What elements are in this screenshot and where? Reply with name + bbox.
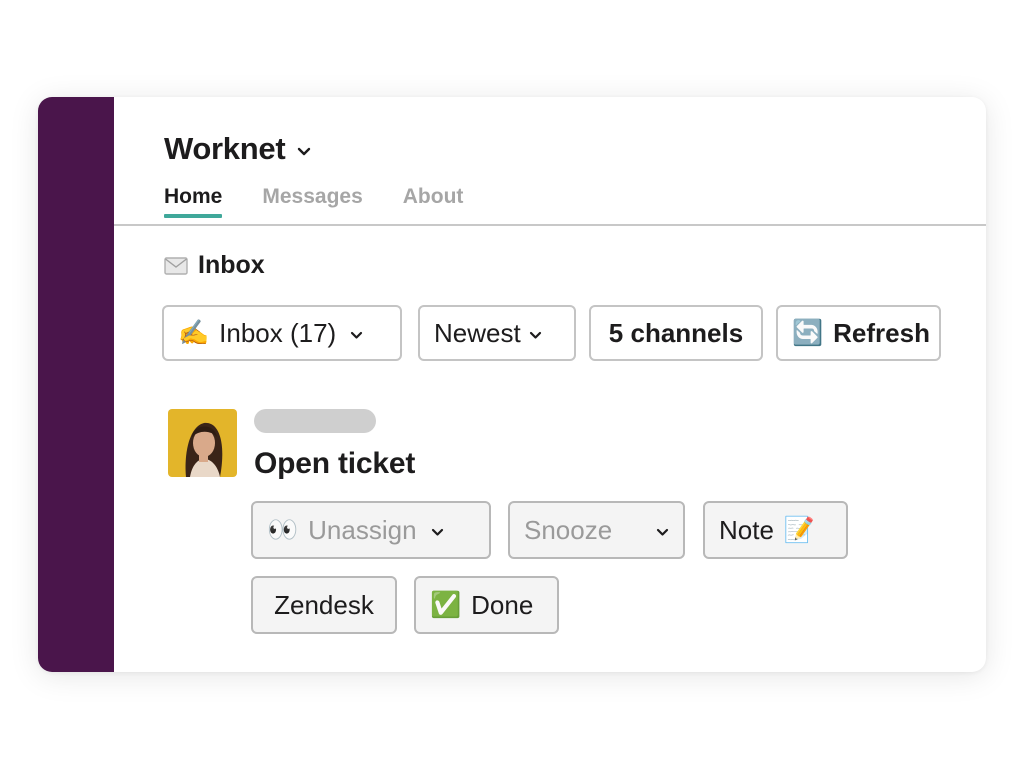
- avatar[interactable]: [168, 409, 237, 477]
- chevron-down-icon: [529, 331, 541, 339]
- user-photo: [168, 409, 237, 477]
- workspace-name: Worknet: [164, 131, 286, 166]
- section-header: Inbox: [164, 251, 265, 280]
- eyes-icon: 👀: [267, 515, 299, 544]
- refresh-label: Refresh: [833, 317, 930, 348]
- check-mark-icon: ✅: [430, 590, 462, 619]
- channels-label: 5 channels: [608, 317, 744, 348]
- snooze-label: Snooze: [524, 514, 613, 545]
- chevron-down-icon: [351, 331, 363, 339]
- refresh-button[interactable]: 🔄 Refresh: [776, 305, 941, 361]
- chevron-down-icon: [431, 528, 443, 536]
- unassign-select[interactable]: 👀 Unassign: [251, 501, 491, 559]
- tab-about[interactable]: About: [403, 185, 464, 218]
- snooze-select[interactable]: Snooze: [508, 501, 685, 559]
- note-button[interactable]: Note 📝: [703, 501, 848, 559]
- tab-messages[interactable]: Messages: [262, 185, 362, 218]
- inbox-filter-label: Inbox (17): [219, 317, 337, 348]
- app-card: Worknet Home Messages About Inbox ✍️ Inb…: [38, 97, 986, 672]
- chevron-down-icon: [656, 528, 669, 536]
- tab-bar: Home Messages About: [164, 185, 463, 218]
- zendesk-button[interactable]: Zendesk: [251, 576, 397, 634]
- note-label: Note: [719, 514, 774, 545]
- section-title: Inbox: [198, 251, 265, 279]
- done-label: Done: [471, 589, 534, 620]
- workspace-sidebar-rail: [38, 97, 114, 672]
- unassign-label: Unassign: [308, 514, 417, 545]
- chevron-down-icon[interactable]: [297, 147, 311, 157]
- inbox-filter-select[interactable]: ✍️ Inbox (17): [162, 305, 402, 361]
- tab-home[interactable]: Home: [164, 185, 223, 218]
- channels-button[interactable]: 5 channels: [589, 305, 763, 361]
- zendesk-label: Zendesk: [274, 589, 374, 620]
- workspace-header[interactable]: Worknet: [164, 131, 311, 167]
- name-placeholder: [254, 409, 376, 433]
- refresh-icon: 🔄: [792, 318, 824, 347]
- memo-icon: 📝: [783, 515, 816, 544]
- tab-divider: [114, 224, 986, 226]
- writing-hand-icon: ✍️: [178, 318, 210, 347]
- ticket-title: Open ticket: [254, 447, 416, 480]
- done-button[interactable]: ✅ Done: [414, 576, 559, 634]
- sort-select[interactable]: Newest: [418, 305, 576, 361]
- envelope-icon: [164, 256, 188, 275]
- sort-label: Newest: [434, 317, 521, 348]
